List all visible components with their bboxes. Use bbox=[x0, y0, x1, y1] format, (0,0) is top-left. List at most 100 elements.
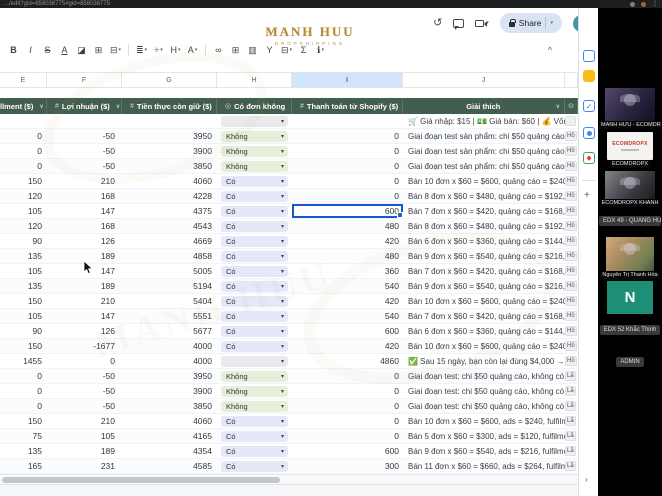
calendar-icon[interactable] bbox=[583, 50, 595, 62]
cell-tag[interactable]: Hồ bbox=[565, 189, 578, 203]
cell-order[interactable]: Có▾ bbox=[217, 309, 292, 323]
order-dropdown-chip[interactable]: Có▾ bbox=[221, 311, 288, 322]
column-letter-F[interactable]: F bbox=[47, 73, 122, 87]
cell-order[interactable]: Không▾ bbox=[217, 384, 292, 398]
cell-profit[interactable]: 210 bbox=[47, 294, 122, 308]
cell-shopify[interactable]: 0 bbox=[292, 384, 403, 398]
chevron-down-icon[interactable]: ▾ bbox=[550, 20, 553, 26]
cell-note[interactable]: Bán 9 đơn x $60 = $540, quảng cáo = $216… bbox=[403, 279, 565, 293]
tag-chip[interactable]: Hồ bbox=[565, 191, 577, 201]
order-dropdown-chip[interactable]: Không▾ bbox=[221, 401, 288, 412]
cell-note[interactable]: Bán 7 đơn x $60 = $420, quảng cáo = $168… bbox=[403, 309, 565, 323]
cell-fulfillment[interactable]: 120 bbox=[0, 189, 47, 203]
cell-profit[interactable]: -50 bbox=[47, 399, 122, 413]
comment-icon[interactable] bbox=[453, 19, 464, 28]
order-dropdown-chip[interactable]: Có▾ bbox=[221, 221, 288, 232]
cell-fulfillment[interactable]: 90 bbox=[0, 234, 47, 248]
cell-fulfillment[interactable]: 0 bbox=[0, 384, 47, 398]
cell-fulfillment[interactable]: 135 bbox=[0, 279, 47, 293]
cell-cash[interactable]: 4375 bbox=[122, 204, 217, 218]
cell-order[interactable]: Có▾ bbox=[217, 264, 292, 278]
participant-initial-tile[interactable]: N bbox=[607, 281, 653, 314]
cell-shopify[interactable]: 300 bbox=[292, 459, 403, 473]
cell-shopify[interactable]: 0 bbox=[292, 429, 403, 443]
order-dropdown-chip[interactable]: Không▾ bbox=[221, 386, 288, 397]
cell-cash[interactable]: 4228 bbox=[122, 189, 217, 203]
cell-cash[interactable]: 4585 bbox=[122, 459, 217, 473]
cell-shopify[interactable]: 0 bbox=[292, 369, 403, 383]
cell-note[interactable]: Bán 10 đơn x $60 = $600, quảng cáo = $24… bbox=[403, 339, 565, 353]
tag-chip[interactable]: Hồ bbox=[565, 236, 577, 246]
order-dropdown-chip[interactable]: Có▾ bbox=[221, 281, 288, 292]
contacts-icon[interactable] bbox=[583, 127, 595, 139]
cell-fulfillment[interactable]: 75 bbox=[0, 429, 47, 443]
page-url[interactable]: .../edit?gid=858038775#gid=858038775 bbox=[4, 0, 110, 8]
cell-fulfillment[interactable]: 1455 bbox=[0, 354, 47, 368]
cell-shopify[interactable]: 0 bbox=[292, 414, 403, 428]
tag-chip[interactable]: Hồ bbox=[565, 176, 577, 186]
cell-cash[interactable]: 4669 bbox=[122, 234, 217, 248]
order-dropdown-chip[interactable]: Không▾ bbox=[221, 131, 288, 142]
cell-profit[interactable]: 0 bbox=[47, 354, 122, 368]
tag-chip[interactable]: Hồ bbox=[565, 356, 577, 366]
cell-shopify[interactable]: 420 bbox=[292, 339, 403, 353]
cell-order[interactable]: Có▾ bbox=[217, 324, 292, 338]
panel-expander-icon[interactable]: › bbox=[585, 475, 588, 484]
cell-order[interactable]: Không▾ bbox=[217, 369, 292, 383]
cell-cash[interactable]: 4000 bbox=[122, 354, 217, 368]
order-dropdown-chip[interactable]: Có▾ bbox=[221, 341, 288, 352]
tag-chip[interactable]: Lã bbox=[565, 401, 576, 411]
tag-chip[interactable] bbox=[565, 116, 576, 126]
toolbar-functions-icon[interactable]: Σ bbox=[296, 42, 311, 58]
cell-profit[interactable]: 168 bbox=[47, 189, 122, 203]
tag-chip[interactable]: Hồ bbox=[565, 161, 577, 171]
extension-icon[interactable] bbox=[641, 2, 646, 7]
cell-order[interactable]: Không▾ bbox=[217, 399, 292, 413]
tag-chip[interactable]: Lã bbox=[565, 446, 576, 456]
tag-chip[interactable]: Hồ bbox=[565, 296, 577, 306]
cell-order[interactable]: Không▾ bbox=[217, 129, 292, 143]
cell-order[interactable]: Không▾ bbox=[217, 144, 292, 158]
cell-fulfillment[interactable]: 0 bbox=[0, 129, 47, 143]
cell-note[interactable]: Bán 6 đơn x $60 = $360, quảng cáo = $144… bbox=[403, 234, 565, 248]
cell-profit[interactable]: 210 bbox=[47, 414, 122, 428]
toolbar-merge-cells-icon[interactable]: ⊟▾ bbox=[108, 42, 123, 58]
cell-note[interactable]: Bán 10 đơn x $60 = $600, quảng cáo = $24… bbox=[403, 174, 565, 188]
order-dropdown-chip[interactable]: Có▾ bbox=[221, 461, 288, 472]
cell-profit[interactable]: 231 bbox=[47, 459, 122, 473]
cell-note[interactable]: Giai đoạn test sản phẩm: chi $50 quảng c… bbox=[403, 159, 565, 173]
order-dropdown-chip[interactable]: Có▾ bbox=[221, 266, 288, 277]
cell-order[interactable]: Có▾ bbox=[217, 294, 292, 308]
cell-tag[interactable]: Lã bbox=[565, 444, 578, 458]
cell-shopify[interactable]: 420 bbox=[292, 294, 403, 308]
cell-tag[interactable] bbox=[565, 114, 578, 128]
cell-note[interactable]: Bán 8 đơn x $60 = $480, quảng cáo = $192… bbox=[403, 189, 565, 203]
cell-cash[interactable]: 4543 bbox=[122, 219, 217, 233]
cell-tag[interactable]: Lã bbox=[565, 414, 578, 428]
cell-fulfillment[interactable]: 165 bbox=[0, 459, 47, 473]
tag-chip[interactable]: Hồ bbox=[565, 146, 577, 156]
cell-fulfillment[interactable]: 150 bbox=[0, 414, 47, 428]
cell-cash[interactable] bbox=[122, 114, 217, 128]
toolbar-horizontal-align-icon[interactable]: ≣▾ bbox=[134, 42, 149, 58]
cell-tag[interactable]: Hồ bbox=[565, 174, 578, 188]
cell-tag[interactable]: Hồ bbox=[565, 279, 578, 293]
cell-cash[interactable]: 5404 bbox=[122, 294, 217, 308]
cell-order[interactable]: Có▾ bbox=[217, 339, 292, 353]
cell-profit[interactable]: -50 bbox=[47, 384, 122, 398]
cell-tag[interactable]: Lã bbox=[565, 459, 578, 473]
cell-cash[interactable]: 4000 bbox=[122, 339, 217, 353]
order-dropdown-chip[interactable]: ▾ bbox=[221, 356, 288, 367]
cell-shopify[interactable]: 540 bbox=[292, 309, 403, 323]
cell-shopify[interactable]: 0 bbox=[292, 159, 403, 173]
cell-note[interactable]: Bán 8 đơn x $60 = $480, quảng cáo = $192… bbox=[403, 219, 565, 233]
cell-fulfillment[interactable]: 0 bbox=[0, 369, 47, 383]
cell-order[interactable]: ▾ bbox=[217, 354, 292, 368]
cell-shopify[interactable]: 4860 bbox=[292, 354, 403, 368]
cell-shopify[interactable]: 600 bbox=[292, 444, 403, 458]
cell-note[interactable]: Bán 11 đơn x $60 = $660, ads = $264, ful… bbox=[403, 459, 565, 473]
pin-icon[interactable] bbox=[630, 2, 635, 7]
column-letter-H[interactable]: H bbox=[217, 73, 292, 87]
cell-profit[interactable]: -50 bbox=[47, 369, 122, 383]
cell-order[interactable]: Không▾ bbox=[217, 159, 292, 173]
